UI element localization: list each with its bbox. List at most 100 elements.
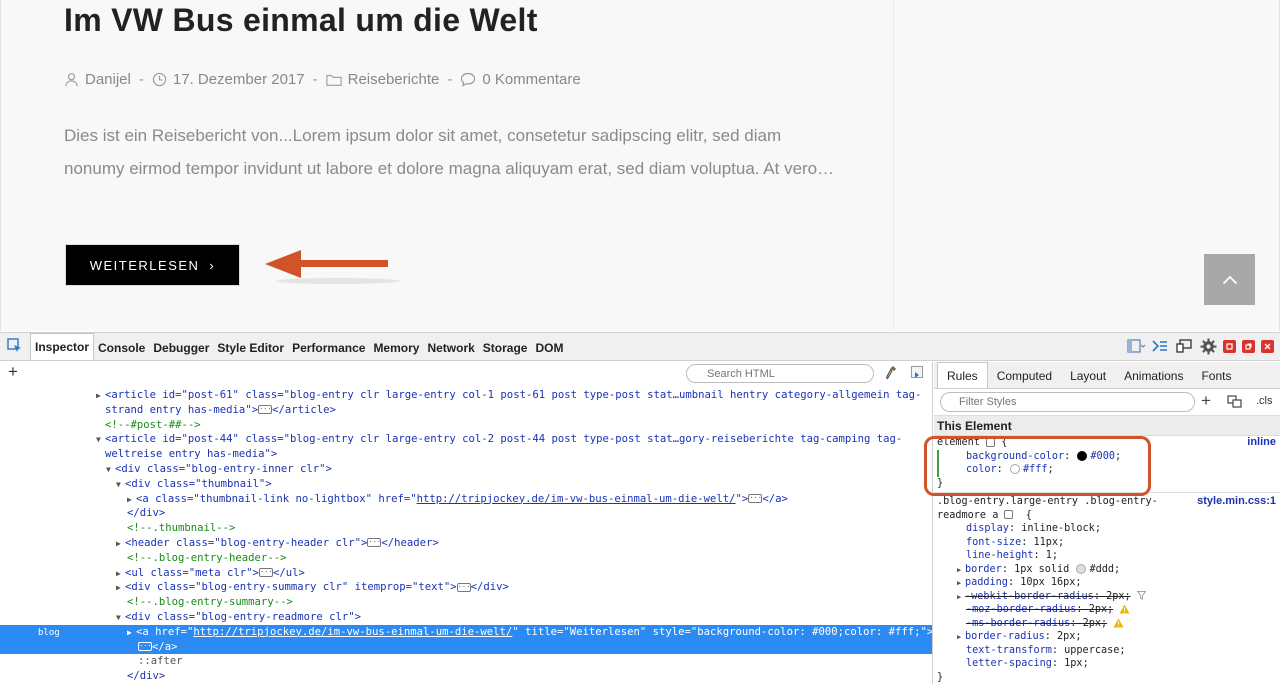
property-name[interactable]: letter-spacing [966, 658, 1052, 669]
property-name[interactable]: -webkit-border-radius [965, 591, 1094, 602]
tree-node[interactable]: ▶ <a class="thumbnail-link no-lightbox" h… [0, 492, 932, 508]
expand-arrow-icon[interactable]: ▶ [96, 389, 105, 404]
rule-selector[interactable]: element [937, 437, 980, 448]
property-value[interactable]: #fff [1023, 464, 1048, 475]
collapse-arrow-icon[interactable]: ▼ [106, 463, 115, 478]
declaration[interactable]: ▶ padding: 10px 16px; [937, 576, 1280, 590]
sidebar-tab-animations[interactable]: Animations [1115, 364, 1192, 388]
settings-button[interactable] [1199, 337, 1217, 355]
tab-inspector[interactable]: Inspector [30, 333, 95, 360]
post-title[interactable]: Im VW Bus einmal um die Welt [64, 2, 538, 39]
tab-memory[interactable]: Memory [369, 336, 423, 360]
tree-node[interactable]: </div> [0, 506, 932, 521]
tab-debugger[interactable]: Debugger [149, 336, 213, 360]
warning-icon[interactable] [1113, 618, 1124, 628]
property-value[interactable]: 10px 16px [1020, 577, 1075, 588]
collapse-arrow-icon[interactable]: ▼ [96, 433, 105, 448]
meta-category[interactable]: Reiseberichte [325, 71, 439, 88]
tree-node[interactable]: ▼ <div class="blog-entry-readmore clr"> [0, 610, 932, 625]
property-value[interactable]: 2px [1106, 591, 1124, 602]
tree-node[interactable]: <!--.blog-entry-summary--> [0, 595, 932, 610]
element-picker-button[interactable] [0, 332, 30, 360]
responsive-mode-button[interactable] [1175, 337, 1193, 355]
property-name[interactable]: -ms-border-radius [966, 618, 1070, 629]
sidebar-tab-fonts[interactable]: Fonts [1192, 364, 1240, 388]
node-link[interactable]: http://tripjockey.de/im-vw-bus-einmal-um… [193, 626, 512, 638]
declaration[interactable]: ▶ border-radius: 2px; [937, 630, 1280, 644]
tree-node[interactable]: ▼ <div class="thumbnail"> [0, 477, 932, 493]
property-value[interactable]: inline-block [1021, 523, 1095, 534]
color-swatch[interactable] [1009, 464, 1020, 474]
property-name[interactable]: background-color [966, 451, 1064, 462]
add-node-button[interactable]: + [8, 362, 18, 382]
ellipsis-button[interactable]: ··· [367, 538, 382, 548]
tree-node[interactable]: ▼ <article id="post-44" class="blog-entry… [0, 432, 932, 448]
declaration[interactable]: background-color: #000; [937, 450, 1280, 464]
sidebar-tab-rules[interactable]: Rules [937, 362, 988, 388]
filter-icon[interactable] [1136, 591, 1146, 600]
scroll-to-top-button[interactable] [1204, 254, 1255, 305]
tree-node[interactable]: ::after [0, 654, 932, 669]
tree-node[interactable]: <!--.blog-entry-header--> [0, 551, 932, 566]
expand-sidebar-button[interactable] [911, 366, 923, 378]
rule-selector[interactable]: .blog-entry.large-entry .blog-entry- [937, 496, 1158, 507]
property-name[interactable]: border [965, 564, 1002, 575]
tab-storage[interactable]: Storage [479, 336, 532, 360]
ellipsis-button[interactable]: ··· [258, 405, 273, 415]
tree-node[interactable]: ▼ <div class="blog-entry-inner clr"> [0, 462, 932, 478]
property-value[interactable]: 1px solid [1014, 564, 1069, 575]
minimize-window-button[interactable] [1223, 339, 1236, 353]
expand-arrow-icon[interactable]: ▶ [127, 493, 136, 508]
declaration[interactable]: ▶ border: 1px solid #ddd; [937, 563, 1280, 577]
property-value[interactable]: #ddd [1089, 564, 1114, 575]
tree-node-selected[interactable]: ···</a> [0, 639, 932, 655]
property-value[interactable]: 2px [1089, 604, 1107, 615]
expand-arrow-icon[interactable]: ▶ [116, 567, 125, 582]
meta-comments[interactable]: 0 Kommentare [460, 71, 581, 88]
tree-node[interactable]: </div> [0, 669, 932, 684]
pseudo-class-toggle-icon[interactable] [1227, 395, 1243, 409]
eyedropper-icon[interactable] [885, 365, 897, 381]
color-swatch[interactable] [1077, 450, 1088, 461]
rule-edit-icon[interactable] [1004, 510, 1014, 519]
rule-source-link[interactable]: style.min.css:1 [1197, 495, 1276, 509]
expand-arrow-icon[interactable]: ▶ [116, 581, 125, 596]
collapse-arrow-icon[interactable]: ▼ [116, 478, 125, 493]
tree-node[interactable]: weltreise entry has-media"> [0, 447, 932, 462]
property-name[interactable]: border-radius [965, 631, 1045, 642]
color-swatch[interactable] [1076, 563, 1087, 574]
declaration[interactable]: font-size: 11px; [937, 536, 1280, 550]
property-value[interactable]: uppercase [1064, 645, 1119, 656]
property-name[interactable]: -moz-border-radius [966, 604, 1076, 615]
tree-node[interactable]: ▶ <ul class="meta clr">···</ul> [0, 566, 932, 582]
rule-edit-icon[interactable] [986, 437, 996, 447]
property-value[interactable]: 1 [1046, 550, 1052, 561]
tree-node[interactable]: ▶ <article id="post-61" class="blog-entry… [0, 388, 932, 404]
property-name[interactable]: text-transform [966, 645, 1052, 656]
ellipsis-button[interactable]: ··· [456, 582, 471, 592]
expand-arrow-icon[interactable]: ▶ [957, 631, 965, 645]
expand-arrow-icon[interactable]: ▶ [957, 564, 965, 578]
tab-style-editor[interactable]: Style Editor [213, 336, 288, 360]
rule-source-link[interactable]: inline [1247, 436, 1276, 450]
property-name[interactable]: color [966, 464, 997, 475]
expand-arrow-icon[interactable]: ▶ [957, 577, 965, 591]
property-name[interactable]: font-size [966, 537, 1021, 548]
property-name[interactable]: padding [965, 577, 1008, 588]
property-value[interactable]: 11px [1033, 537, 1058, 548]
expand-arrow-icon[interactable]: ▶ [957, 591, 965, 605]
property-value[interactable]: 2px [1083, 618, 1101, 629]
rule-selector[interactable]: readmore a [937, 510, 998, 521]
declaration-invalid[interactable]: -moz-border-radius: 2px; [937, 603, 1280, 617]
declaration[interactable]: letter-spacing: 1px; [937, 657, 1280, 671]
restore-window-button[interactable] [1242, 339, 1255, 353]
ellipsis-button[interactable]: ··· [258, 568, 273, 578]
expand-arrow-icon[interactable]: ▶ [127, 626, 136, 641]
dock-options-button[interactable] [1127, 337, 1145, 355]
property-value[interactable]: 1px [1064, 658, 1082, 669]
search-html-input[interactable] [686, 364, 874, 383]
tab-performance[interactable]: Performance [288, 336, 369, 360]
declaration-invalid[interactable]: -ms-border-radius: 2px; [937, 617, 1280, 631]
ellipsis-button[interactable]: ··· [138, 642, 152, 652]
readmore-button[interactable]: WEITERLESEN › [65, 244, 240, 286]
